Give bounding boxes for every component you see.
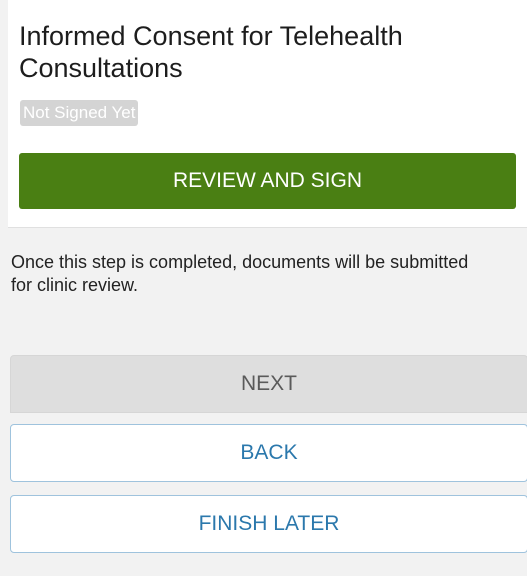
status-badge: Not Signed Yet <box>20 100 139 126</box>
back-button[interactable]: BACK <box>10 424 527 482</box>
document-title: Informed Consent for Telehealth Consulta… <box>19 21 403 83</box>
consent-step-screen: Informed Consent for Telehealth Consulta… <box>0 0 527 576</box>
consent-document-card: Informed Consent for Telehealth Consulta… <box>8 0 527 228</box>
finish-later-button[interactable]: FINISH LATER <box>10 495 527 553</box>
next-button[interactable]: NEXT <box>10 355 527 413</box>
review-and-sign-button[interactable]: REVIEW AND SIGN <box>19 153 516 209</box>
submission-note: Once this step is completed, documents w… <box>11 252 469 295</box>
